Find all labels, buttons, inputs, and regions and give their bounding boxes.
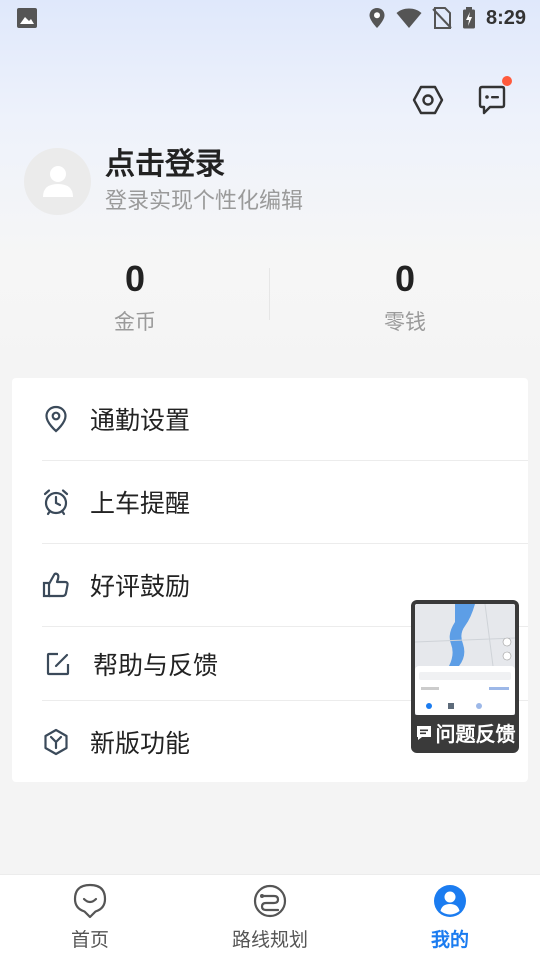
stats-divider [269,268,270,320]
hexagon-y-icon [42,728,70,756]
coins-stat[interactable]: 0 金币 [0,258,270,338]
login-title: 点击登录 [105,147,225,182]
menu-item-label: 新版功能 [90,728,191,758]
menu-item-commute-settings[interactable]: 通勤设置 [12,378,528,460]
nav-label-mine: 我的 [430,929,469,951]
change-label: 零钱 [384,310,426,334]
notification-dot [502,76,512,86]
feedback-chat-icon [416,725,431,740]
login-subtitle: 登录实现个性化编辑 [105,189,304,214]
menu-item-label: 通勤设置 [90,406,191,435]
coins-label: 金币 [114,310,156,334]
status-bar: 8:29 [0,0,540,36]
user-icon [432,883,468,919]
nav-item-home[interactable]: 首页 [0,875,180,960]
header-actions [410,76,512,118]
change-value: 0 [394,258,416,299]
smile-pin-icon [72,883,108,919]
login-profile[interactable]: 点击登录 登录实现个性化编辑 [24,146,303,216]
edit-square-icon [44,650,72,678]
menu-item-label: 帮助与反馈 [93,651,219,680]
feedback-float-label: 问题反馈 [435,722,516,746]
route-icon [252,883,288,919]
coins-value: 0 [124,258,146,299]
bottom-nav: 首页 路线规划 我的 [0,874,540,960]
default-avatar-icon [42,166,73,197]
settings-button[interactable] [410,82,446,118]
thumbs-up-icon [42,571,70,599]
settings-hexagon-icon [412,85,444,115]
menu-item-boarding-reminder[interactable]: 上车提醒 [12,461,528,543]
message-icon [478,85,506,115]
nav-label-home: 首页 [70,929,109,951]
wifi-icon [396,7,422,29]
location-pin-icon [42,405,70,433]
feedback-float-label-row: 问题反馈 [411,718,519,747]
change-stat[interactable]: 0 零钱 [270,258,540,338]
nav-item-mine[interactable]: 我的 [360,875,540,960]
wallet-stats: 0 金币 0 零钱 [0,258,540,338]
feedback-float-button[interactable]: 问题反馈 [411,600,519,753]
status-time: 8:29 [485,6,526,29]
no-sim-icon [432,7,452,29]
menu-item-label: 好评鼓励 [90,572,191,601]
messages-button[interactable] [474,76,512,118]
menu-item-label: 上车提醒 [90,489,191,518]
alarm-clock-icon [42,488,70,516]
nav-label-route-planning: 路线规划 [231,929,308,951]
location-status-icon [368,7,386,29]
screenshot-thumbnail [415,604,515,715]
avatar [24,147,91,215]
battery-charging-icon [462,7,476,29]
gallery-notification-icon [16,7,38,29]
nav-item-route-planning[interactable]: 路线规划 [180,875,360,960]
